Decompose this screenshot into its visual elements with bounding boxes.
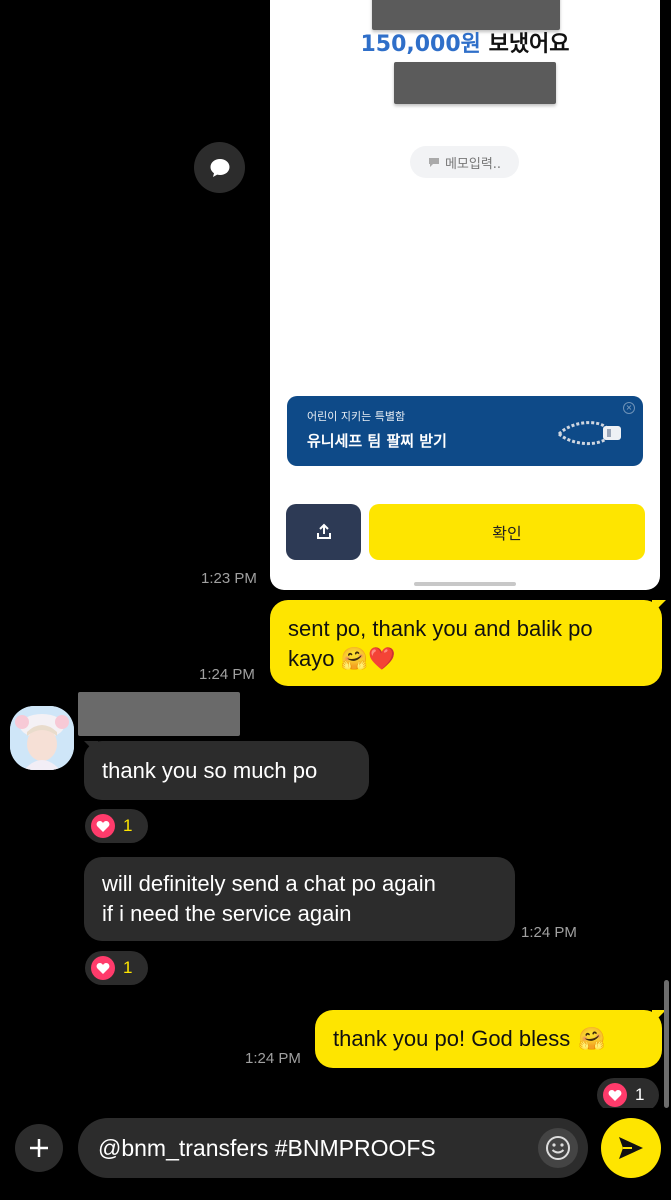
sender-name-redacted: [78, 692, 240, 736]
reaction-count: 1: [123, 816, 133, 835]
send-button[interactable]: [601, 1118, 661, 1178]
message-input-text: @bnm_transfers #BNMPROOFS: [98, 1134, 436, 1161]
message-timestamp: 1:24 PM: [199, 666, 255, 683]
promo-banner[interactable]: 어린이 지키는 특별함 유니세프 팀 팔찌 받기 ×: [287, 396, 643, 466]
message-text-line: will definitely send a chat po again: [102, 871, 436, 896]
reaction-badge[interactable]: 1: [85, 951, 148, 985]
reaction-count: 1: [635, 1085, 645, 1104]
share-icon: [316, 523, 331, 539]
amount-suffix: 보냈어요: [488, 32, 570, 57]
plus-icon: [30, 1139, 48, 1157]
attach-button[interactable]: [15, 1124, 63, 1172]
message-timestamp: 1:23 PM: [201, 570, 257, 587]
amount-value: 150,000원: [360, 32, 481, 57]
incoming-message[interactable]: will definitely send a chat po again if …: [84, 857, 515, 941]
message-text: thank you so much po: [102, 757, 318, 783]
outgoing-message[interactable]: thank you po! God bless 🤗: [315, 1010, 662, 1068]
outgoing-message[interactable]: sent po, thank you and balik po kayo 🤗❤️: [270, 600, 662, 686]
heart-icon: [91, 956, 115, 980]
heart-icon: [91, 814, 115, 838]
scrollbar[interactable]: [664, 980, 669, 1108]
shared-screenshot[interactable]: 150,000원 보냈어요 메모입력.. 어린이 지키는 특별함 유니세프 팀 …: [270, 0, 660, 590]
reaction-badge[interactable]: 1: [85, 809, 148, 843]
send-icon: [619, 1137, 643, 1159]
avatar[interactable]: [10, 706, 74, 770]
message-text: thank you po! God bless: [333, 1026, 571, 1051]
message-text-line: if i need the service again: [102, 901, 352, 926]
transfer-amount: 150,000원 보냈어요: [270, 26, 660, 58]
reaction-badge[interactable]: 1: [597, 1078, 659, 1112]
emoji-button[interactable]: [538, 1128, 578, 1168]
ad-close-icon[interactable]: ×: [623, 402, 635, 414]
message-input-bar: @bnm_transfers #BNMPROOFS: [0, 1108, 671, 1200]
redacted-block: [394, 62, 556, 104]
memo-icon: [428, 158, 439, 167]
avatar-image: [10, 706, 74, 770]
chat-bubble-icon: [210, 158, 229, 177]
heart-icon: [603, 1083, 627, 1107]
message-timestamp: 1:24 PM: [245, 1050, 301, 1067]
message-emojis: 🤗❤️: [340, 646, 396, 671]
message-text: sent po, thank you and balik po kayo: [288, 616, 593, 671]
home-indicator: [414, 582, 516, 586]
memo-placeholder: 메모입력..: [444, 156, 502, 172]
incoming-message[interactable]: thank you so much po: [84, 741, 369, 800]
message-emojis: 🤗: [578, 1026, 606, 1051]
message-timestamp: 1:24 PM: [521, 924, 577, 941]
message-input[interactable]: @bnm_transfers #BNMPROOFS: [78, 1118, 588, 1178]
chat-bubble-button[interactable]: [194, 142, 245, 193]
share-button[interactable]: [286, 504, 361, 560]
reaction-count: 1: [123, 958, 133, 977]
confirm-button[interactable]: 확인: [369, 504, 645, 560]
emoji-icon: [546, 1136, 570, 1160]
bracelet-icon: [557, 421, 621, 445]
memo-input-chip[interactable]: 메모입력..: [410, 146, 519, 178]
